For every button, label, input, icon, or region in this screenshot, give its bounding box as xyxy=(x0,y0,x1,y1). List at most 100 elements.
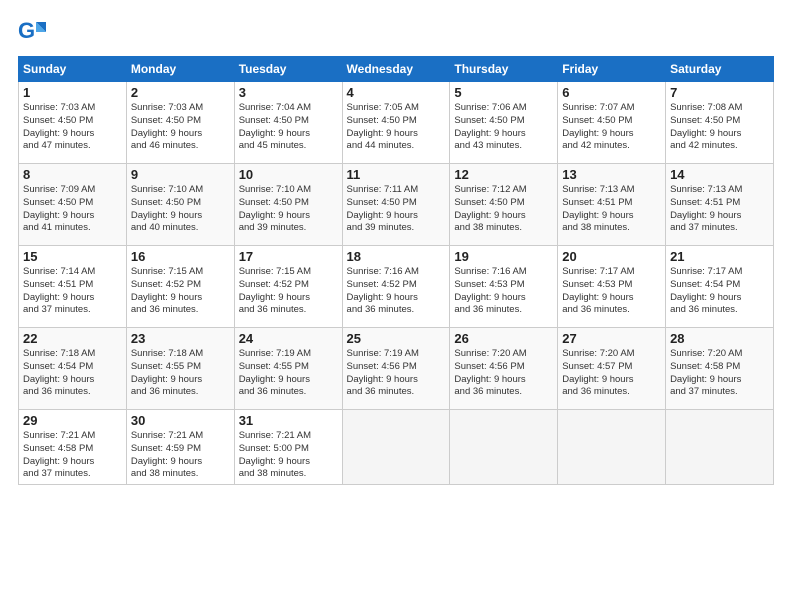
day-info: Sunrise: 7:17 AM Sunset: 4:53 PM Dayligh… xyxy=(562,266,661,317)
day-number: 17 xyxy=(239,249,338,264)
table-row: 1 Sunrise: 7:03 AM Sunset: 4:50 PM Daylig… xyxy=(19,82,127,164)
table-row: 16Sunrise: 7:15 AM Sunset: 4:52 PM Dayli… xyxy=(126,246,234,328)
table-row: 29 Sunrise: 7:21 AM Sunset: 4:58 PM Dayli… xyxy=(19,410,127,485)
col-tuesday: Tuesday xyxy=(234,57,342,82)
day-info: Sunrise: 7:10 AM Sunset: 4:50 PM Dayligh… xyxy=(131,184,230,235)
table-row: 23 Sunrise: 7:18 AM Sunset: 4:55 PM Dayli… xyxy=(126,328,234,410)
table-row: 17Sunrise: 7:15 AM Sunset: 4:52 PM Dayli… xyxy=(234,246,342,328)
day-number: 12 xyxy=(454,167,553,182)
table-row: 11Sunrise: 7:11 AM Sunset: 4:50 PM Dayli… xyxy=(342,164,450,246)
table-row: 30 Sunrise: 7:21 AM Sunset: 4:59 PM Dayli… xyxy=(126,410,234,485)
table-row: 3 Sunrise: 7:04 AM Sunset: 4:50 PM Daylig… xyxy=(234,82,342,164)
table-row: 5 Sunrise: 7:06 AM Sunset: 4:50 PM Daylig… xyxy=(450,82,558,164)
day-number: 6 xyxy=(562,85,661,100)
col-sunday: Sunday xyxy=(19,57,127,82)
col-thursday: Thursday xyxy=(450,57,558,82)
day-info: Sunrise: 7:04 AM Sunset: 4:50 PM Dayligh… xyxy=(239,102,338,153)
day-info: Sunrise: 7:03 AM Sunset: 4:50 PM Dayligh… xyxy=(131,102,230,153)
table-row: 22 Sunrise: 7:18 AM Sunset: 4:54 PM Dayli… xyxy=(19,328,127,410)
day-info: Sunrise: 7:07 AM Sunset: 4:50 PM Dayligh… xyxy=(562,102,661,153)
day-info: Sunrise: 7:05 AM Sunset: 4:50 PM Dayligh… xyxy=(347,102,446,153)
day-number: 15 xyxy=(23,249,122,264)
table-row xyxy=(342,410,450,485)
table-row: 13 Sunrise: 7:13 AM Sunset: 4:51 PM Dayli… xyxy=(558,164,666,246)
day-number: 7 xyxy=(670,85,769,100)
table-row: 26 Sunrise: 7:20 AM Sunset: 4:56 PM Dayli… xyxy=(450,328,558,410)
col-friday: Friday xyxy=(558,57,666,82)
day-info: Sunrise: 7:20 AM Sunset: 4:57 PM Dayligh… xyxy=(562,348,661,399)
day-info: Sunrise: 7:16 AM Sunset: 4:53 PM Dayligh… xyxy=(454,266,553,317)
day-number: 5 xyxy=(454,85,553,100)
day-info: Sunrise: 7:20 AM Sunset: 4:58 PM Dayligh… xyxy=(670,348,769,399)
table-row: 14 Sunrise: 7:13 AM Sunset: 4:51 PM Dayli… xyxy=(666,164,774,246)
day-info: Sunrise: 7:18 AM Sunset: 4:54 PM Dayligh… xyxy=(23,348,122,399)
day-number: 27 xyxy=(562,331,661,346)
day-info: Sunrise: 7:13 AM Sunset: 4:51 PM Dayligh… xyxy=(670,184,769,235)
table-row: 9Sunrise: 7:10 AM Sunset: 4:50 PM Daylig… xyxy=(126,164,234,246)
day-number: 30 xyxy=(131,413,230,428)
day-number: 23 xyxy=(131,331,230,346)
table-row: 21 Sunrise: 7:17 AM Sunset: 4:54 PM Dayli… xyxy=(666,246,774,328)
table-row: 2 Sunrise: 7:03 AM Sunset: 4:50 PM Daylig… xyxy=(126,82,234,164)
table-row: 18 Sunrise: 7:16 AM Sunset: 4:52 PM Dayli… xyxy=(342,246,450,328)
svg-text:G: G xyxy=(18,18,35,43)
day-number: 31 xyxy=(239,413,338,428)
table-row xyxy=(666,410,774,485)
table-row: 12 Sunrise: 7:12 AM Sunset: 4:50 PM Dayli… xyxy=(450,164,558,246)
day-number: 11 xyxy=(347,167,446,182)
day-number: 1 xyxy=(23,85,122,100)
day-number: 26 xyxy=(454,331,553,346)
day-number: 25 xyxy=(347,331,446,346)
day-info: Sunrise: 7:21 AM Sunset: 4:58 PM Dayligh… xyxy=(23,430,122,481)
calendar-header-row: Sunday Monday Tuesday Wednesday Thursday… xyxy=(19,57,774,82)
table-row: 8 Sunrise: 7:09 AM Sunset: 4:50 PM Daylig… xyxy=(19,164,127,246)
table-row: 27 Sunrise: 7:20 AM Sunset: 4:57 PM Dayli… xyxy=(558,328,666,410)
day-number: 20 xyxy=(562,249,661,264)
day-info: Sunrise: 7:09 AM Sunset: 4:50 PM Dayligh… xyxy=(23,184,122,235)
day-info: Sunrise: 7:06 AM Sunset: 4:50 PM Dayligh… xyxy=(454,102,553,153)
table-row xyxy=(558,410,666,485)
day-info: Sunrise: 7:19 AM Sunset: 4:56 PM Dayligh… xyxy=(347,348,446,399)
logo-icon: G xyxy=(18,18,46,46)
table-row xyxy=(450,410,558,485)
col-monday: Monday xyxy=(126,57,234,82)
day-info: Sunrise: 7:16 AM Sunset: 4:52 PM Dayligh… xyxy=(347,266,446,317)
day-number: 10 xyxy=(239,167,338,182)
day-number: 29 xyxy=(23,413,122,428)
day-info: Sunrise: 7:21 AM Sunset: 4:59 PM Dayligh… xyxy=(131,430,230,481)
day-number: 2 xyxy=(131,85,230,100)
day-number: 19 xyxy=(454,249,553,264)
day-number: 8 xyxy=(23,167,122,182)
day-number: 28 xyxy=(670,331,769,346)
table-row: 25 Sunrise: 7:19 AM Sunset: 4:56 PM Dayli… xyxy=(342,328,450,410)
day-number: 13 xyxy=(562,167,661,182)
day-number: 21 xyxy=(670,249,769,264)
day-info: Sunrise: 7:13 AM Sunset: 4:51 PM Dayligh… xyxy=(562,184,661,235)
day-info: Sunrise: 7:21 AM Sunset: 5:00 PM Dayligh… xyxy=(239,430,338,481)
day-info: Sunrise: 7:19 AM Sunset: 4:55 PM Dayligh… xyxy=(239,348,338,399)
table-row: 10Sunrise: 7:10 AM Sunset: 4:50 PM Dayli… xyxy=(234,164,342,246)
logo: G xyxy=(18,18,50,46)
day-number: 22 xyxy=(23,331,122,346)
table-row: 6 Sunrise: 7:07 AM Sunset: 4:50 PM Daylig… xyxy=(558,82,666,164)
table-row: 28 Sunrise: 7:20 AM Sunset: 4:58 PM Dayli… xyxy=(666,328,774,410)
day-number: 18 xyxy=(347,249,446,264)
day-number: 16 xyxy=(131,249,230,264)
day-info: Sunrise: 7:08 AM Sunset: 4:50 PM Dayligh… xyxy=(670,102,769,153)
col-wednesday: Wednesday xyxy=(342,57,450,82)
day-info: Sunrise: 7:12 AM Sunset: 4:50 PM Dayligh… xyxy=(454,184,553,235)
table-row: 7 Sunrise: 7:08 AM Sunset: 4:50 PM Daylig… xyxy=(666,82,774,164)
col-saturday: Saturday xyxy=(666,57,774,82)
day-info: Sunrise: 7:03 AM Sunset: 4:50 PM Dayligh… xyxy=(23,102,122,153)
day-info: Sunrise: 7:18 AM Sunset: 4:55 PM Dayligh… xyxy=(131,348,230,399)
table-row: 19 Sunrise: 7:16 AM Sunset: 4:53 PM Dayli… xyxy=(450,246,558,328)
day-info: Sunrise: 7:20 AM Sunset: 4:56 PM Dayligh… xyxy=(454,348,553,399)
calendar-table: Sunday Monday Tuesday Wednesday Thursday… xyxy=(18,56,774,485)
table-row: 15Sunrise: 7:14 AM Sunset: 4:51 PM Dayli… xyxy=(19,246,127,328)
day-number: 3 xyxy=(239,85,338,100)
day-number: 14 xyxy=(670,167,769,182)
day-info: Sunrise: 7:17 AM Sunset: 4:54 PM Dayligh… xyxy=(670,266,769,317)
calendar-header: G xyxy=(18,18,774,46)
day-number: 4 xyxy=(347,85,446,100)
table-row: 4 Sunrise: 7:05 AM Sunset: 4:50 PM Daylig… xyxy=(342,82,450,164)
